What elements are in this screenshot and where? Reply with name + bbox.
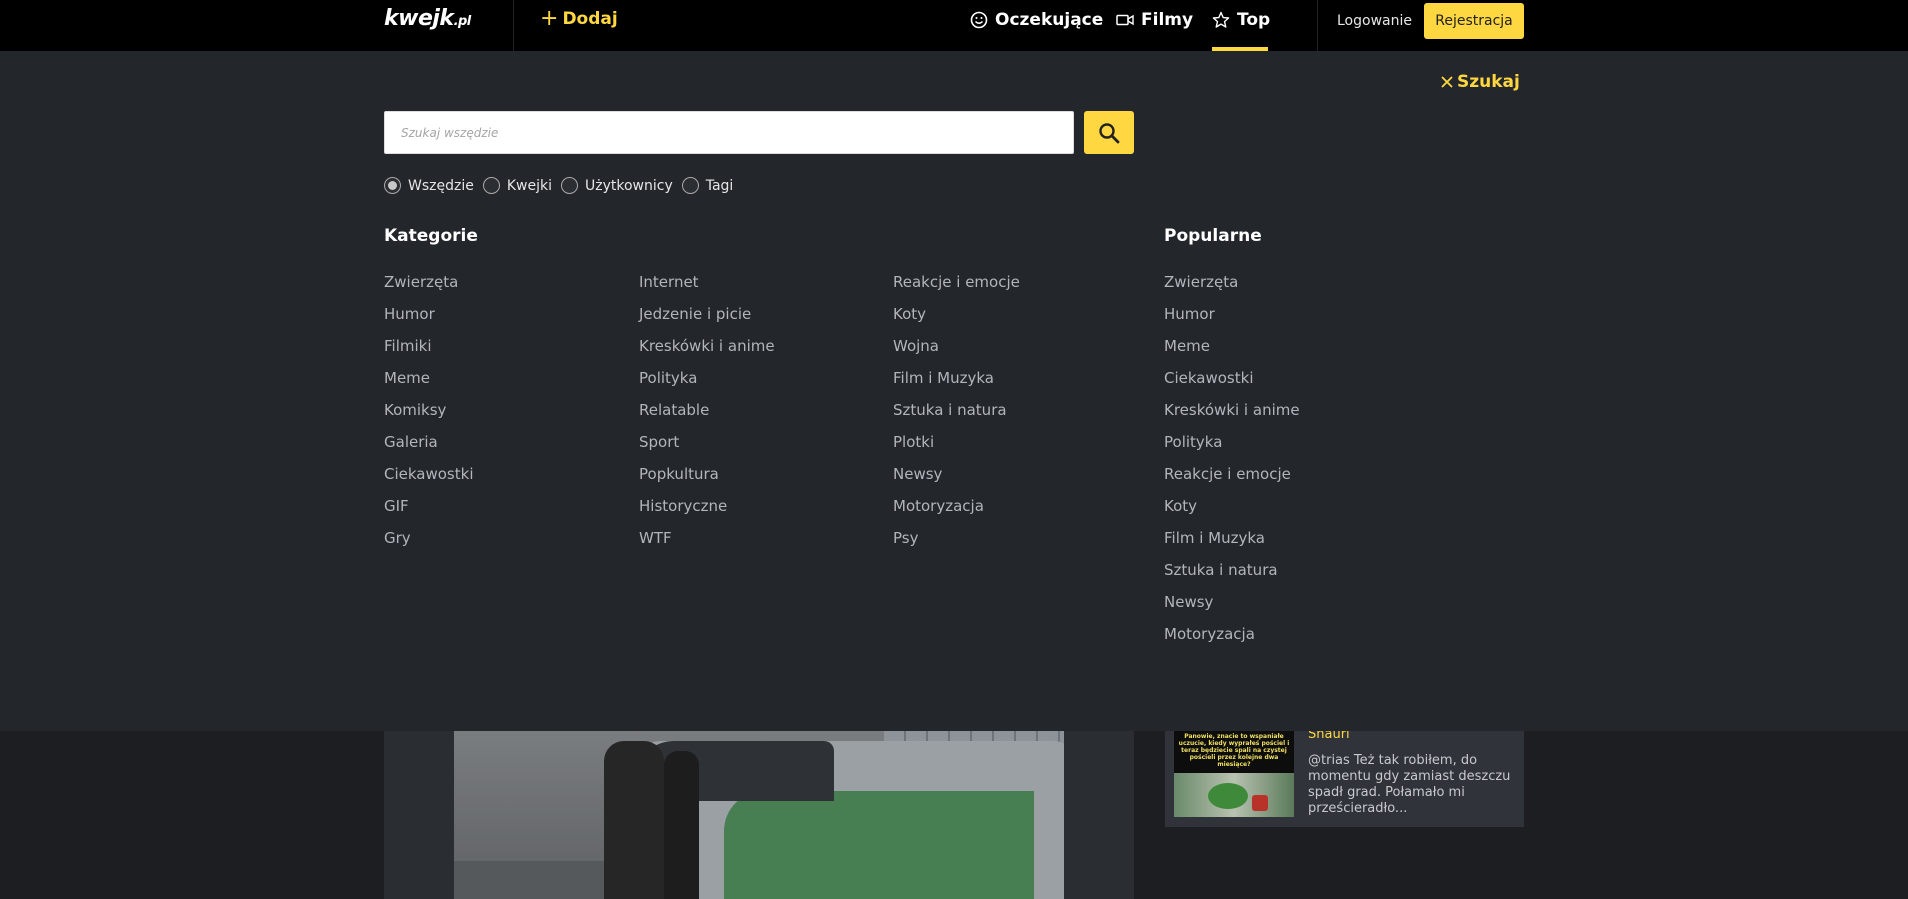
- scope-uzytkownicy[interactable]: Użytkownicy: [560, 177, 673, 194]
- video-camera-icon: [1116, 14, 1134, 26]
- photo-van-stripe: [724, 791, 1034, 899]
- logo-text: kwejk: [384, 6, 454, 31]
- category-link[interactable]: Historyczne: [639, 496, 775, 528]
- close-icon: [1441, 76, 1453, 88]
- search-input[interactable]: [384, 111, 1074, 154]
- category-link[interactable]: Humor: [384, 304, 473, 336]
- popular-link[interactable]: Meme: [1164, 336, 1300, 368]
- category-link[interactable]: Ciekawostki: [384, 464, 473, 496]
- popular-link[interactable]: Humor: [1164, 304, 1300, 336]
- photo-person: [664, 751, 699, 899]
- category-link[interactable]: Galeria: [384, 432, 473, 464]
- category-link[interactable]: Zwierzęta: [384, 272, 473, 304]
- category-link[interactable]: Sztuka i natura: [893, 400, 1020, 432]
- categories-column-1: Zwierzęta Humor Filmiki Meme Komiksy Gal…: [384, 272, 473, 560]
- popular-link[interactable]: Kreskówki i anime: [1164, 400, 1300, 432]
- categories-column-2: Internet Jedzenie i picie Kreskówki i an…: [639, 272, 775, 560]
- add-post-button[interactable]: + Dodaj: [540, 8, 618, 30]
- category-link[interactable]: Filmiki: [384, 336, 473, 368]
- popular-link[interactable]: Polityka: [1164, 432, 1300, 464]
- scope-kwejki[interactable]: Kwejki: [482, 177, 552, 194]
- nav-oczekujace-label: Oczekujące: [995, 10, 1104, 30]
- category-link[interactable]: Polityka: [639, 368, 775, 400]
- smiley-icon: [970, 11, 988, 29]
- nav-oczekujace[interactable]: Oczekujące: [970, 10, 1103, 30]
- nav-filmy[interactable]: Filmy: [1116, 10, 1193, 30]
- popular-link[interactable]: Ciekawostki: [1164, 368, 1300, 400]
- nav-divider: [1317, 0, 1318, 51]
- scope-label: Wszędzie: [408, 177, 474, 194]
- radio-button[interactable]: [482, 177, 500, 194]
- category-link[interactable]: Film i Muzyka: [893, 368, 1020, 400]
- radio-button[interactable]: [560, 177, 578, 194]
- plus-icon: +: [540, 6, 559, 31]
- search-scope-group: Wszędzie Kwejki Użytkownicy Tagi: [384, 177, 742, 194]
- popular-link[interactable]: Koty: [1164, 496, 1300, 528]
- category-link[interactable]: Newsy: [893, 464, 1020, 496]
- category-link[interactable]: Kreskówki i anime: [639, 336, 775, 368]
- category-link[interactable]: Jedzenie i picie: [639, 304, 775, 336]
- popular-link[interactable]: Sztuka i natura: [1164, 560, 1300, 592]
- categories-title: Kategorie: [384, 226, 478, 246]
- radio-button[interactable]: [384, 177, 401, 194]
- nav-filmy-label: Filmy: [1141, 10, 1194, 30]
- popular-link[interactable]: Reakcje i emocje: [1164, 464, 1300, 496]
- comment-thumbnail[interactable]: Panowie, znacie to wspaniałe uczucie, ki…: [1174, 731, 1294, 817]
- popular-link[interactable]: Motoryzacja: [1164, 624, 1300, 656]
- close-search-button[interactable]: Szukaj: [1440, 72, 1520, 92]
- scope-label: Tagi: [705, 177, 734, 194]
- scope-tagi[interactable]: Tagi: [681, 177, 734, 194]
- category-link[interactable]: GIF: [384, 496, 473, 528]
- popular-title: Popularne: [1164, 226, 1262, 246]
- nav-top[interactable]: Top: [1212, 10, 1270, 30]
- nav-divider: [513, 0, 514, 51]
- category-link[interactable]: Relatable: [639, 400, 775, 432]
- category-link[interactable]: Koty: [893, 304, 1020, 336]
- category-link[interactable]: Gry: [384, 528, 473, 560]
- nav-top-label: Top: [1237, 10, 1271, 30]
- popular-link[interactable]: Newsy: [1164, 592, 1300, 624]
- category-link[interactable]: Motoryzacja: [893, 496, 1020, 528]
- scope-label: Kwejki: [506, 177, 552, 194]
- category-link[interactable]: Popkultura: [639, 464, 775, 496]
- comment-card[interactable]: Panowie, znacie to wspaniałe uczucie, ki…: [1165, 727, 1524, 827]
- category-link[interactable]: Plotki: [893, 432, 1020, 464]
- category-link[interactable]: Meme: [384, 368, 473, 400]
- login-link[interactable]: Logowanie: [1337, 13, 1412, 29]
- star-icon: [1212, 11, 1230, 28]
- search-panel: Szukaj Wszędzie Kwejki Użytkownicy Tagi …: [0, 51, 1908, 731]
- popular-column: Zwierzęta Humor Meme Ciekawostki Kresków…: [1164, 272, 1300, 656]
- site-logo[interactable]: kwejk.pl: [384, 6, 471, 31]
- post-image[interactable]: [454, 731, 1064, 899]
- popular-link[interactable]: Zwierzęta: [1164, 272, 1300, 304]
- close-search-label: Szukaj: [1457, 72, 1520, 92]
- thumbnail-frog: [1208, 783, 1248, 809]
- thumbnail-caption: Panowie, znacie to wspaniałe uczucie, ki…: [1178, 733, 1290, 768]
- add-post-label: Dodaj: [562, 9, 618, 29]
- category-link[interactable]: Reakcje i emocje: [893, 272, 1020, 304]
- category-link[interactable]: WTF: [639, 528, 775, 560]
- thumbnail-object: [1252, 795, 1268, 811]
- category-link[interactable]: Komiksy: [384, 400, 473, 432]
- category-link[interactable]: Wojna: [893, 336, 1020, 368]
- scope-label: Użytkownicy: [584, 177, 673, 194]
- scope-wszedzie[interactable]: Wszędzie: [384, 177, 474, 194]
- top-navbar: kwejk.pl + Dodaj Oczekujące Filmy Top Lo…: [0, 0, 1908, 51]
- search-icon: [1099, 122, 1120, 143]
- categories-column-3: Reakcje i emocje Koty Wojna Film i Muzyk…: [893, 272, 1020, 560]
- register-button[interactable]: Rejestracja: [1424, 3, 1524, 39]
- category-link[interactable]: Psy: [893, 528, 1020, 560]
- logo-suffix: .pl: [453, 14, 472, 29]
- photo-person: [604, 741, 664, 899]
- popular-link[interactable]: Film i Muzyka: [1164, 528, 1300, 560]
- category-link[interactable]: Internet: [639, 272, 775, 304]
- search-submit-button[interactable]: [1084, 111, 1134, 154]
- category-link[interactable]: Sport: [639, 432, 775, 464]
- radio-button[interactable]: [681, 177, 699, 194]
- comment-text[interactable]: @trias Też tak robiłem, do momentu gdy z…: [1308, 753, 1513, 817]
